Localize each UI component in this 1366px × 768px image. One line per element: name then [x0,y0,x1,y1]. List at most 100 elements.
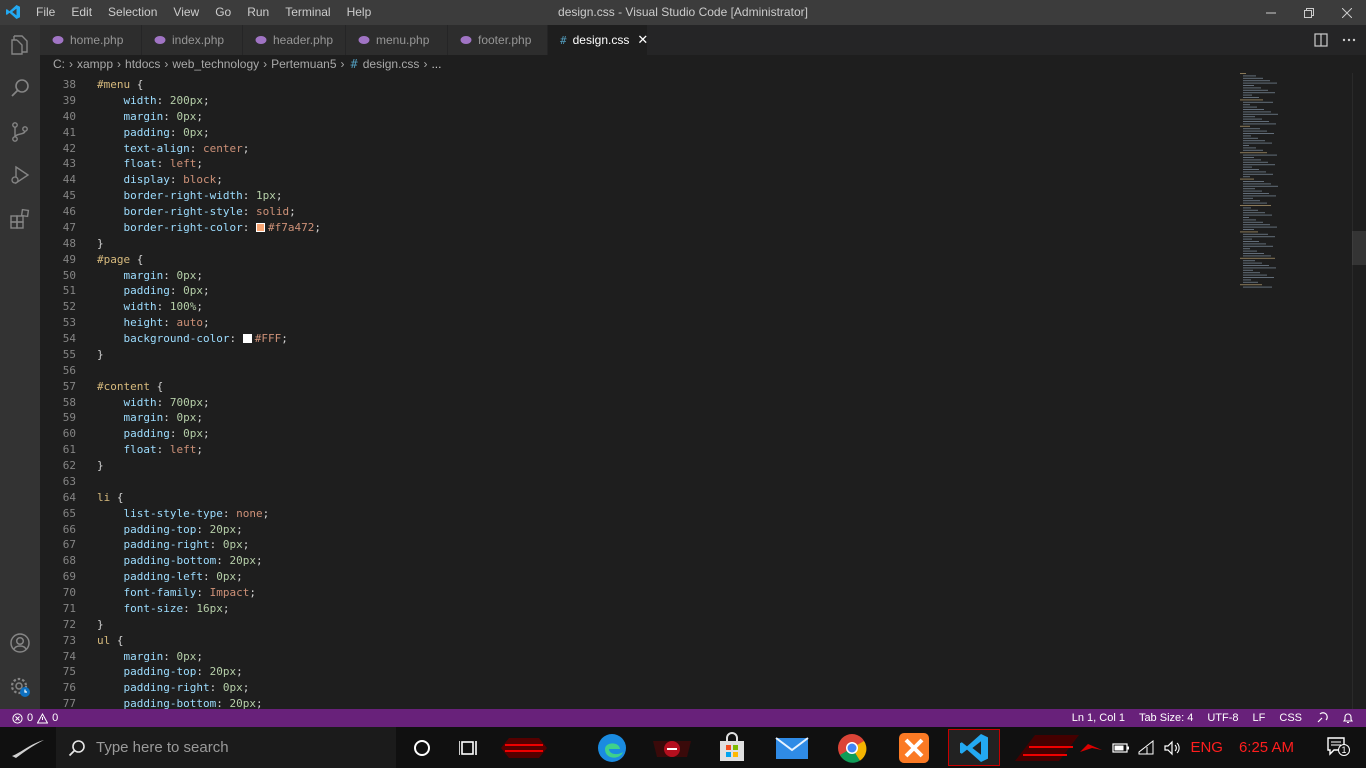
code-line[interactable]: 56 [40,363,321,379]
tab-size[interactable]: Tab Size: 4 [1139,712,1193,724]
file-encoding[interactable]: UTF-8 [1207,712,1238,724]
input-language[interactable]: ENG [1190,739,1223,756]
breadcrumb-item[interactable]: xampp [77,57,113,71]
code-line[interactable]: 65 list-style-type: none; [40,506,321,522]
code-line[interactable]: 66 padding-top: 20px; [40,522,321,538]
menu-terminal[interactable]: Terminal [277,0,338,25]
tab-menu-php[interactable]: menu.php [346,25,448,55]
menu-selection[interactable]: Selection [100,0,165,25]
volume-icon[interactable] [1164,740,1182,756]
menu-go[interactable]: Go [207,0,239,25]
code-line[interactable]: 64 li { [40,490,321,506]
run-debug-icon[interactable] [8,163,32,187]
color-swatch[interactable] [255,222,265,232]
start-button[interactable] [0,727,56,768]
code-line[interactable]: 68 padding-bottom: 20px; [40,553,321,569]
vscode-taskbar-app[interactable] [948,729,1000,766]
code-line[interactable]: 51 padding: 0px; [40,283,321,299]
close-tab-icon[interactable]: ✕ [637,32,648,48]
code-line[interactable]: 48} [40,236,321,252]
minimize-button[interactable] [1252,0,1290,25]
code-line[interactable]: 58 width: 700px; [40,395,321,411]
xampp-app[interactable] [888,729,940,766]
more-actions-icon[interactable] [1342,33,1356,47]
code-line[interactable]: 49 #page { [40,252,321,268]
minimap[interactable] [1240,73,1300,293]
taskbar-search[interactable]: Type here to search [56,727,396,768]
code-line[interactable]: 60 padding: 0px; [40,426,321,442]
settings-gear-icon[interactable] [8,675,32,699]
extensions-icon[interactable] [8,207,32,231]
breadcrumb-item[interactable]: htdocs [125,57,160,71]
wifi-icon[interactable] [1138,739,1156,756]
breadcrumb-item[interactable]: design.css [363,57,420,71]
code-line[interactable]: 70 font-family: Impact; [40,585,321,601]
breadcrumb-item[interactable]: Pertemuan5 [271,57,336,71]
menu-help[interactable]: Help [339,0,380,25]
feedback-icon[interactable] [1316,712,1328,724]
code-line[interactable]: 63 [40,474,321,490]
code-line[interactable]: 62} [40,458,321,474]
mail-app[interactable] [766,729,818,766]
code-line[interactable]: 67 padding-right: 0px; [40,537,321,553]
clock-time[interactable]: 6:25 AM [1239,739,1294,756]
code-line[interactable]: 59 margin: 0px; [40,410,321,426]
rog-tray-icon[interactable] [1078,738,1104,758]
tab-footer-php[interactable]: footer.php [448,25,548,55]
code-line[interactable]: 57 #content { [40,379,321,395]
restore-button[interactable] [1290,0,1328,25]
menu-run[interactable]: Run [239,0,277,25]
edge-browser-app[interactable] [586,729,638,766]
breadcrumb-item[interactable]: C: [53,57,65,71]
code-editor[interactable]: 38 #menu {39 width: 200px; 40 margin: 0px;… [40,73,1366,709]
code-line[interactable]: 44 display: block; [40,172,321,188]
code-line[interactable]: 41 padding: 0px; [40,125,321,141]
tab-header-php[interactable]: header.php [243,25,346,55]
menu-edit[interactable]: Edit [63,0,100,25]
code-line[interactable]: 45 border-right-width: 1px; [40,188,321,204]
task-view-button[interactable] [444,729,496,766]
game-app[interactable] [646,729,698,766]
code-line[interactable]: 39 width: 200px; [40,93,321,109]
color-swatch[interactable] [242,334,252,343]
account-icon[interactable] [8,631,32,655]
code-line[interactable]: 76 padding-right: 0px; [40,680,321,696]
code-line[interactable]: 50 margin: 0px; [40,268,321,284]
close-window-button[interactable] [1328,0,1366,25]
code-line[interactable]: 38 #menu { [40,77,321,93]
chrome-app[interactable] [826,729,878,766]
tab-design-css[interactable]: # design.css ✕ [548,25,648,55]
code-line[interactable]: 74 margin: 0px; [40,649,321,665]
code-line[interactable]: 55} [40,347,321,363]
search-icon[interactable] [8,76,32,100]
rog-taskbar-app[interactable] [498,729,550,766]
cortana-button[interactable] [396,729,448,766]
menu-file[interactable]: File [28,0,63,25]
breadcrumb-item[interactable]: ... [431,57,441,71]
code-line[interactable]: 69 padding-left: 0px; [40,569,321,585]
language-mode[interactable]: CSS [1279,712,1302,724]
code-line[interactable]: 73 ul { [40,633,321,649]
code-line[interactable]: 43 float: left; [40,156,321,172]
source-control-icon[interactable] [8,120,32,144]
end-of-line[interactable]: LF [1253,712,1266,724]
code-line[interactable]: 75 padding-top: 20px; [40,664,321,680]
code-line[interactable]: 52 width: 100%; [40,299,321,315]
code-line[interactable]: 53 height: auto; [40,315,321,331]
problems-indicator[interactable]: 0 0 [12,709,58,727]
explorer-icon[interactable] [8,33,32,57]
cursor-position[interactable]: Ln 1, Col 1 [1072,712,1125,724]
code-line[interactable]: 72} [40,617,321,633]
microsoft-store-app[interactable] [706,729,758,766]
split-editor-icon[interactable] [1314,33,1328,47]
code-line[interactable]: 71 font-size: 16px; [40,601,321,617]
code-line[interactable]: 77 padding-bottom: 20px; [40,696,321,709]
battery-icon[interactable] [1112,741,1130,755]
notification-bell-icon[interactable] [1342,712,1354,724]
code-line[interactable]: 42 text-align: center; [40,141,321,157]
scrollbar-thumb[interactable] [1352,231,1366,265]
tab-home-php[interactable]: home.php [40,25,142,55]
breadcrumb-item[interactable]: web_technology [172,57,259,71]
vertical-scrollbar[interactable] [1352,73,1366,709]
menu-view[interactable]: View [165,0,207,25]
